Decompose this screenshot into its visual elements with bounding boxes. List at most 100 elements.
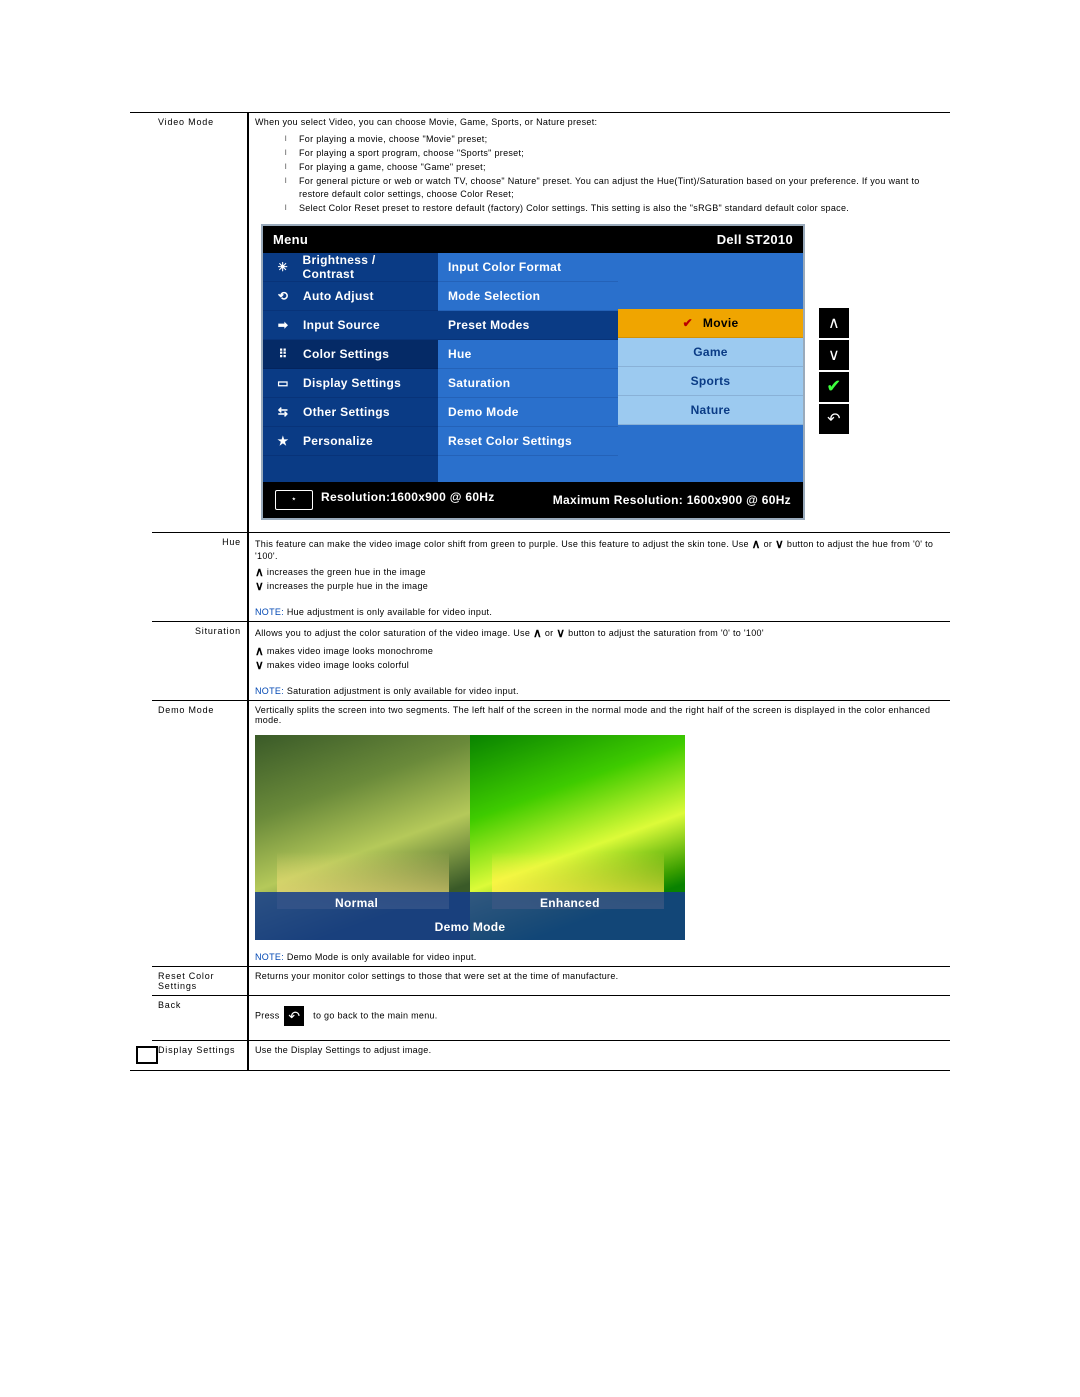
osd-item-label: Brightness / Contrast	[303, 253, 428, 281]
ok-button[interactable]: ✔	[819, 372, 849, 402]
row-content-hue: This feature can make the video image co…	[248, 532, 950, 621]
row-content-reset: Returns your monitor color settings to t…	[248, 966, 950, 995]
down-button[interactable]: ∨	[819, 340, 849, 370]
osd-sub-mode-selection[interactable]: Mode Selection	[438, 282, 618, 311]
text: makes video image looks colorful	[267, 660, 409, 670]
text: makes video image looks monochrome	[267, 646, 433, 656]
down-arrow-icon: ∨	[255, 658, 264, 672]
demo-mode-image: Normal Enhanced Demo Mode	[255, 735, 685, 940]
osd-item-label: Display Settings	[303, 376, 401, 390]
row-label-demo: Demo Mode	[152, 700, 248, 966]
note-text: Hue adjustment is only available for vid…	[284, 607, 492, 617]
up-arrow-icon: ∧	[752, 537, 761, 551]
video-mode-bullets: For playing a movie, choose "Movie" pres…	[285, 133, 940, 214]
osd-main-menu: ☀ Brightness / Contrast ⟲ Auto Adjust ➡ Inp…	[263, 253, 438, 482]
osd-preset-movie[interactable]: Movie	[618, 309, 803, 338]
manual-page: Video Mode When you select Video, you ca…	[0, 0, 1080, 1397]
osd-resolution: Resolution:1600x900 @ 60Hz	[321, 490, 495, 504]
osd-item-color-settings[interactable]: ⠿Color Settings	[263, 340, 438, 369]
row-label-saturation: Situration	[152, 621, 248, 700]
row-content-back: Press ↶ to go back to the main menu.	[248, 995, 950, 1040]
color-settings-icon: ⠿	[273, 344, 293, 364]
overlay-title: Demo Mode	[255, 920, 685, 934]
down-arrow-icon: ∨	[556, 626, 565, 640]
up-button[interactable]: ∧	[819, 308, 849, 338]
note-label: NOTE:	[255, 686, 284, 696]
text: Vertically splits the screen into two se…	[255, 705, 940, 725]
bullet-item: Select Color Reset preset to restore def…	[285, 202, 940, 214]
bullet-item: For playing a sport program, choose "Spo…	[285, 147, 940, 159]
bullet-item: For playing a movie, choose "Movie" pres…	[285, 133, 940, 145]
up-arrow-icon: ∧	[533, 626, 542, 640]
osd-item-display-settings[interactable]: ▭ Display Settings	[263, 369, 438, 398]
row-label-reset: Reset Color Settings	[152, 966, 248, 995]
up-arrow-icon: ∧	[255, 644, 264, 658]
text: button to adjust the saturation from '0'…	[568, 628, 764, 638]
osd-max-resolution: Maximum Resolution: 1600x900 @ 60Hz	[553, 493, 791, 507]
osd-preset-sports[interactable]: Sports	[618, 367, 803, 396]
row-content-video-mode: When you select Video, you can choose Mo…	[248, 113, 950, 532]
up-arrow-icon: ∧	[255, 565, 264, 579]
osd-item-personalize[interactable]: ★ Personalize	[263, 427, 438, 456]
text: or	[545, 628, 556, 638]
display-settings-icon: ▭	[273, 373, 293, 393]
osd-menu-screenshot: Menu Dell ST2010 ☀ Brightness / Contrast …	[261, 224, 934, 520]
auto-adjust-icon: ⟲	[273, 286, 293, 306]
down-arrow-icon: ∨	[255, 579, 264, 593]
text: increases the green hue in the image	[267, 567, 426, 577]
note-text: Saturation adjustment is only available …	[284, 686, 519, 696]
osd-sub-saturation[interactable]: Saturation	[438, 369, 618, 398]
row-label-display: Display Settings	[152, 1040, 248, 1070]
osd-item-input-source[interactable]: ➡ Input Source	[263, 311, 438, 340]
osd-item-label: Other Settings	[303, 405, 390, 419]
text: Press	[255, 1010, 280, 1020]
settings-table: Video Mode When you select Video, you ca…	[130, 113, 950, 1070]
text: to go back to the main menu.	[313, 1010, 437, 1020]
osd-item-other-settings[interactable]: ⇆ Other Settings	[263, 398, 438, 427]
down-arrow-icon: ∨	[775, 537, 784, 551]
other-settings-icon: ⇆	[273, 402, 293, 422]
note-label: NOTE:	[255, 952, 284, 962]
osd-side-buttons: ∧ ∨ ✔ ↶	[819, 308, 849, 436]
text: or	[764, 539, 773, 549]
text: This feature can make the video image co…	[255, 539, 749, 549]
note-text: Demo Mode is only available for video in…	[284, 952, 477, 962]
osd-item-label: Input Source	[303, 318, 380, 332]
osd-preset-list: Movie Game Sports Nature	[618, 253, 803, 482]
osd-model: Dell ST2010	[717, 232, 793, 247]
brightness-icon: ☀	[273, 257, 293, 277]
back-button[interactable]: ↶	[819, 404, 849, 434]
text: increases the purple hue in the image	[267, 581, 428, 591]
overlay-enhanced-label: Enhanced	[540, 896, 600, 910]
osd-sub-reset-color[interactable]: Reset Color Settings	[438, 427, 618, 456]
osd-sub-input-color[interactable]: Input Color Format	[438, 253, 618, 282]
row-content-display: Use the Display Settings to adjust image…	[248, 1040, 950, 1070]
note-label: NOTE:	[255, 607, 284, 617]
osd-preset-game[interactable]: Game	[618, 338, 803, 367]
row-label-back: Back	[152, 995, 248, 1040]
osd-item-label: Auto Adjust	[303, 289, 374, 303]
osd-item-label: Personalize	[303, 434, 373, 448]
overlay-normal-label: Normal	[335, 896, 378, 910]
row-content-demo: Vertically splits the screen into two se…	[248, 700, 950, 966]
osd-menu: Menu Dell ST2010 ☀ Brightness / Contrast …	[261, 224, 805, 520]
osd-item-auto-adjust[interactable]: ⟲ Auto Adjust	[263, 282, 438, 311]
bullet-item: For playing a game, choose "Game" preset…	[285, 161, 940, 173]
osd-sub-menu: Input Color Format Mode Selection Preset…	[438, 253, 618, 482]
osd-title: Menu	[273, 232, 308, 247]
bullet-item: For general picture or web or watch TV, …	[285, 175, 940, 199]
input-source-icon: ➡	[273, 315, 293, 335]
star-icon: ★	[273, 431, 293, 451]
text: Allows you to adjust the color saturatio…	[255, 628, 533, 638]
osd-sub-demo-mode[interactable]: Demo Mode	[438, 398, 618, 427]
row-content-saturation: Allows you to adjust the color saturatio…	[248, 621, 950, 700]
osd-sub-preset-modes[interactable]: Preset Modes	[438, 311, 618, 340]
energy-star-icon: ⋆	[275, 490, 313, 510]
osd-item-brightness[interactable]: ☀ Brightness / Contrast	[263, 253, 438, 282]
row-label-video-mode: Video Mode	[152, 113, 248, 532]
row-label-hue: Hue	[152, 532, 248, 621]
osd-sub-hue[interactable]: Hue	[438, 340, 618, 369]
back-icon: ↶	[284, 1006, 304, 1026]
osd-preset-nature[interactable]: Nature	[618, 396, 803, 425]
video-mode-intro: When you select Video, you can choose Mo…	[255, 117, 940, 127]
